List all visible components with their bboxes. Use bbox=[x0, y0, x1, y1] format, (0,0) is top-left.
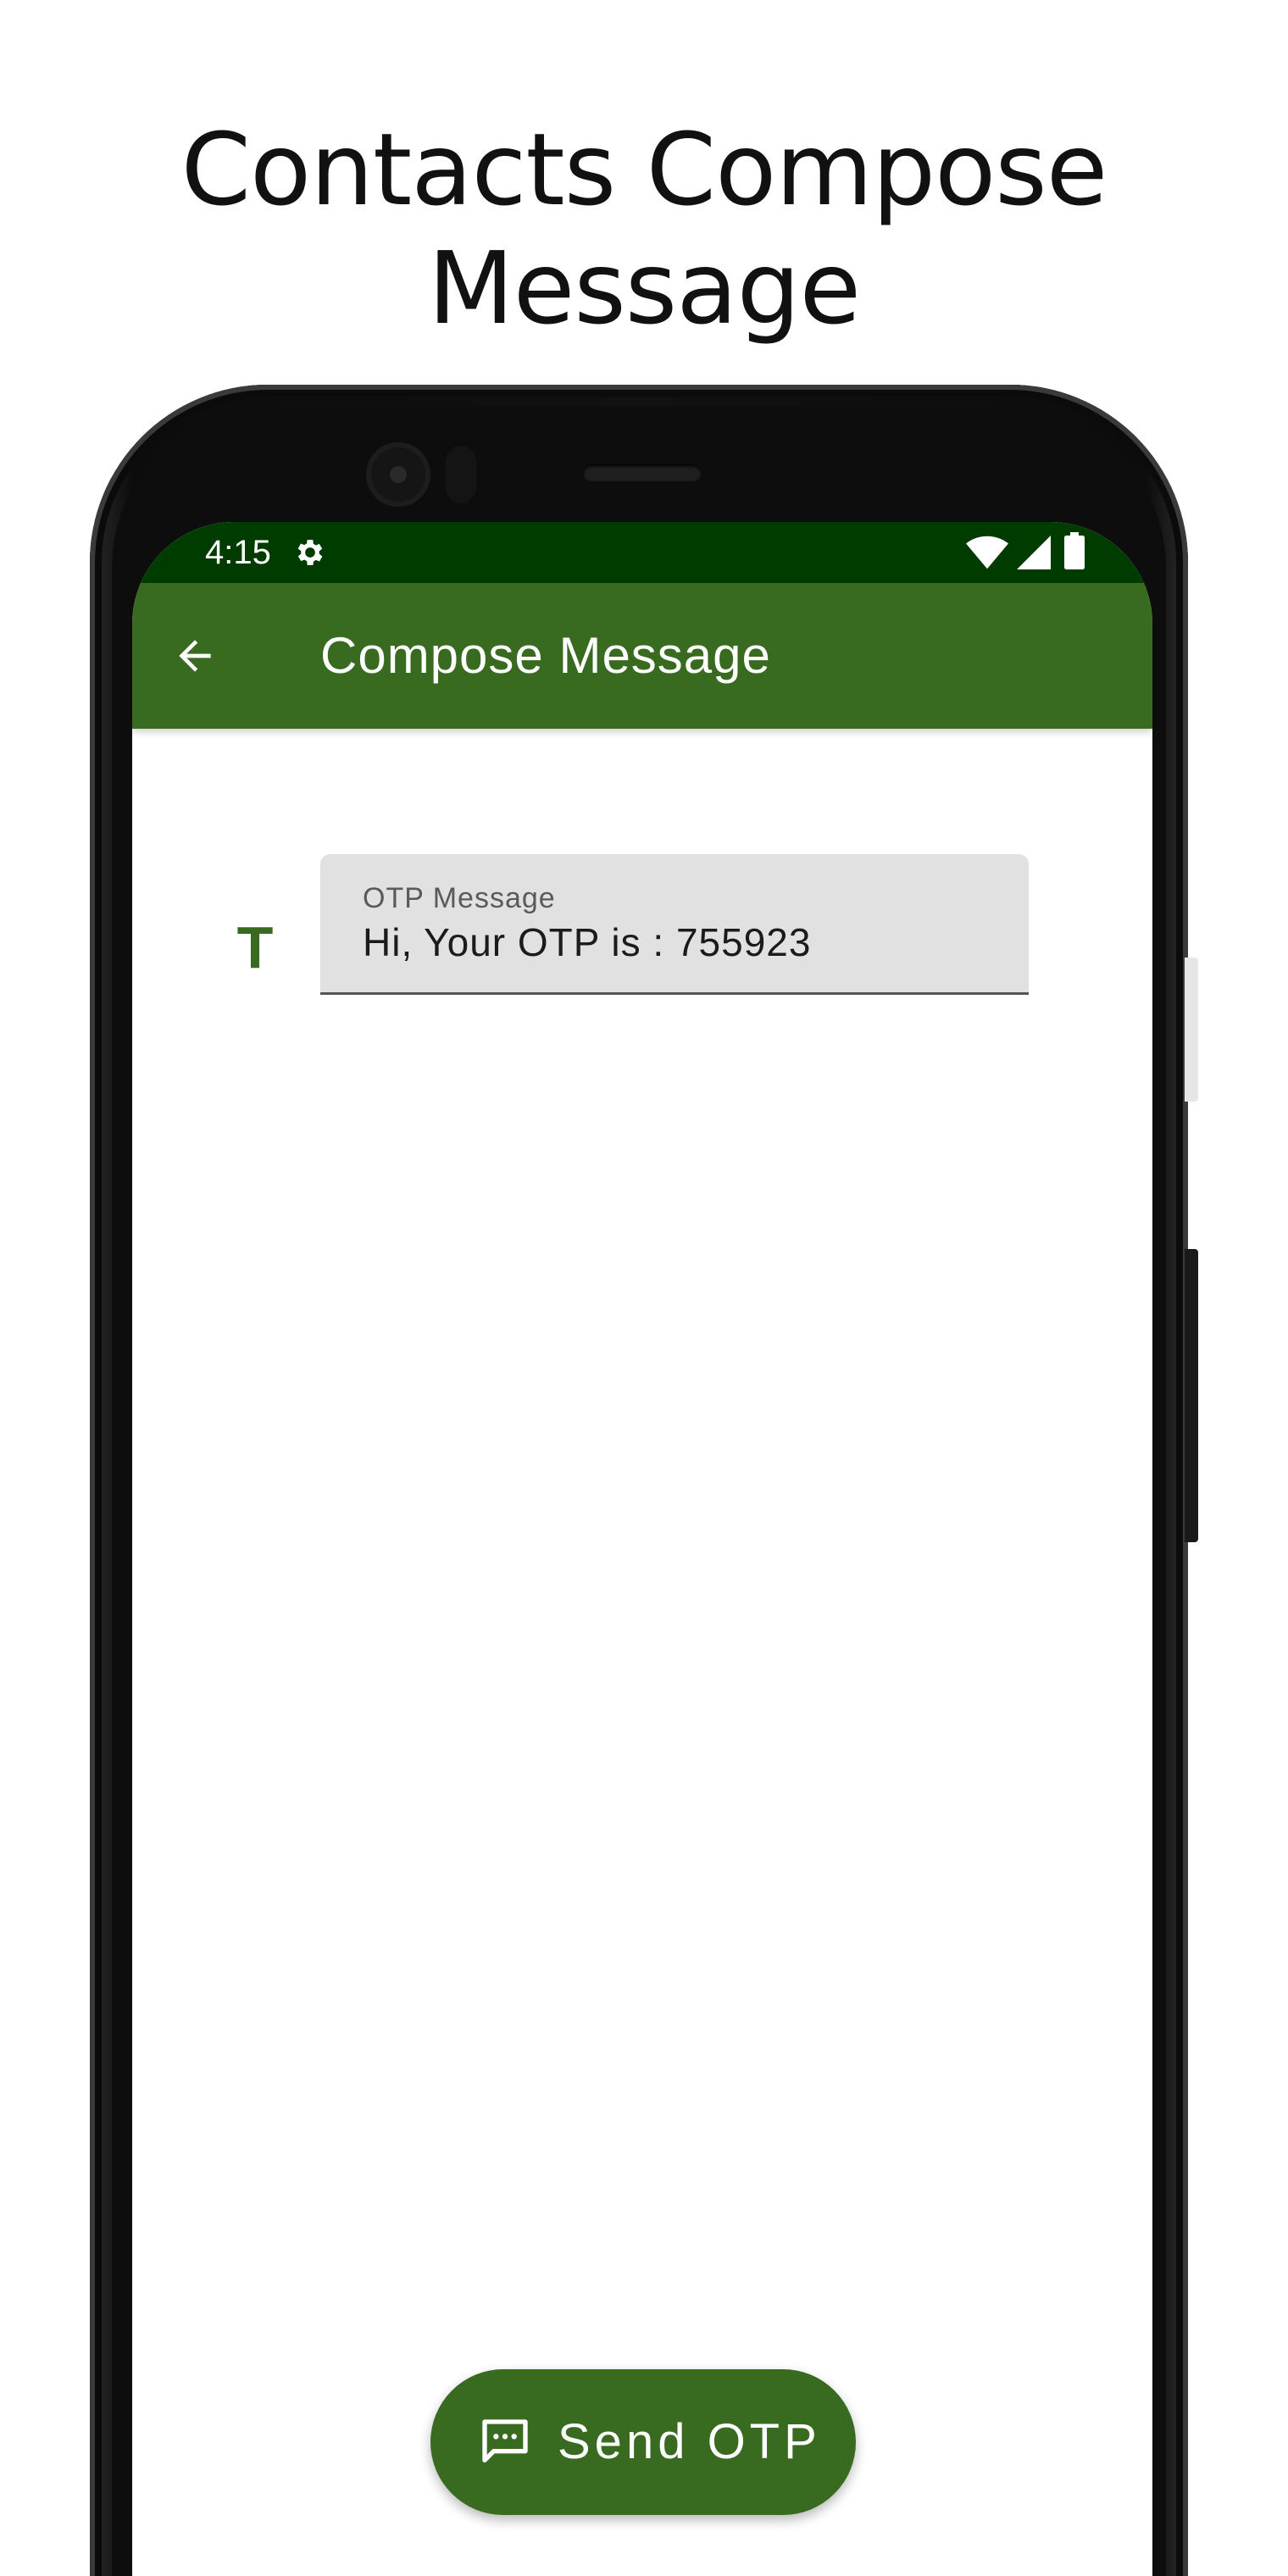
wifi-icon bbox=[966, 536, 1008, 569]
signal-icon bbox=[1017, 536, 1051, 569]
page-title: Compose Message bbox=[320, 627, 771, 684]
send-otp-label: Send OTP bbox=[558, 2414, 821, 2469]
promo-title-line-2: Message bbox=[427, 230, 861, 347]
text-field-icon: T bbox=[236, 914, 274, 980]
otp-message-field[interactable]: OTP Message Hi, Your OTP is : 755923 bbox=[320, 854, 1029, 995]
promo-page: Contacts Compose Message 4:15 Compose Me… bbox=[0, 0, 1288, 2576]
status-time: 4:15 bbox=[205, 534, 271, 571]
otp-message-label: OTP Message bbox=[363, 882, 556, 914]
phone-screen: 4:15 Compose Message T OTP Message Hi, Y… bbox=[132, 522, 1152, 2576]
earpiece-speaker bbox=[583, 464, 702, 481]
proximity-sensor bbox=[446, 446, 476, 503]
promo-title: Contacts Compose Message bbox=[0, 110, 1288, 347]
send-otp-button[interactable]: Send OTP bbox=[430, 2369, 856, 2515]
front-camera bbox=[366, 442, 430, 507]
settings-icon bbox=[297, 540, 323, 565]
battery-icon bbox=[1064, 532, 1085, 569]
arrow-back-icon[interactable] bbox=[171, 632, 219, 680]
promo-title-line-1: Contacts Compose bbox=[180, 111, 1108, 228]
status-bar: 4:15 bbox=[132, 522, 1152, 583]
message-icon bbox=[482, 2419, 528, 2462]
otp-message-input[interactable]: Hi, Your OTP is : 755923 bbox=[363, 919, 811, 966]
app-bar: Compose Message bbox=[132, 583, 1152, 729]
phone-side-button bbox=[1185, 958, 1198, 1102]
phone-power-button bbox=[1185, 1249, 1198, 1542]
